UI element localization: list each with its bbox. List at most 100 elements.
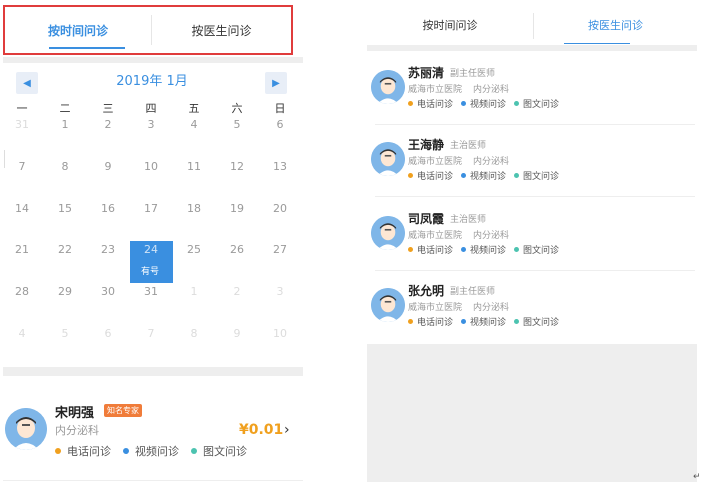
- calendar-day[interactable]: 7: [130, 327, 172, 340]
- calendar-day[interactable]: 25: [173, 243, 215, 256]
- doctor-title: 副主任医师: [450, 69, 496, 79]
- calendar-day[interactable]: 22: [44, 243, 86, 256]
- right-tab-bar: 按时间问诊 按医生问诊: [367, 5, 697, 45]
- calendar-day[interactable]: 1: [44, 118, 86, 131]
- calendar-day[interactable]: 9: [216, 327, 258, 340]
- service-text: 图文问诊: [523, 172, 560, 182]
- doctor-name: 王海静: [408, 138, 445, 152]
- service-text: 图文问诊: [203, 445, 247, 458]
- doctor-dept: 内分泌科: [55, 424, 99, 437]
- service-video: 视频问诊: [135, 445, 179, 458]
- calendar-day[interactable]: 10: [259, 327, 301, 340]
- calendar-day[interactable]: 21: [1, 243, 43, 256]
- calendar-day[interactable]: 17: [130, 202, 172, 215]
- calendar-day[interactable]: 3: [259, 285, 301, 298]
- chat-icon: [514, 101, 520, 106]
- calendar-day[interactable]: 1: [173, 285, 215, 298]
- calendar-day[interactable]: 24: [130, 243, 172, 256]
- chevron-left-icon: ◀: [23, 77, 31, 89]
- service-video: 视频问诊: [470, 318, 507, 328]
- calendar-day[interactable]: 8: [173, 327, 215, 340]
- tab-by-doctor[interactable]: 按医生问诊: [534, 5, 697, 45]
- video-icon: [461, 319, 467, 324]
- doctor-price: ¥0.01: [239, 422, 284, 438]
- calendar-day[interactable]: 4: [1, 327, 43, 340]
- weekday-label: 一: [16, 102, 28, 115]
- calendar-day[interactable]: 11: [173, 160, 215, 173]
- doctor-card[interactable]: 司凤霞 主治医师 威海市立医院 内分泌科 电话问诊 视频问诊 图文问诊: [367, 208, 697, 271]
- doctor-avatar: [371, 70, 405, 104]
- doctor-name: 苏丽清: [408, 66, 445, 80]
- service-text: 图文问诊: [523, 246, 560, 256]
- phone-icon: [55, 448, 61, 454]
- service-list: 电话问诊 视频问诊 图文问诊: [408, 315, 559, 328]
- doctor-card[interactable]: 王海静 主治医师 威海市立医院 内分泌科 电话问诊 视频问诊 图文问诊: [367, 134, 697, 197]
- tab-bar-highlighted: 按时间问诊 按医生问诊: [3, 5, 293, 55]
- calendar-day[interactable]: 4: [173, 118, 215, 131]
- prev-month-button[interactable]: ◀: [16, 72, 38, 94]
- cursor-line: [4, 150, 5, 168]
- calendar-day[interactable]: 15: [44, 202, 86, 215]
- service-text: 图文问诊: [523, 318, 560, 328]
- calendar-day[interactable]: 27: [259, 243, 301, 256]
- tab-by-time[interactable]: 按时间问诊: [367, 5, 533, 45]
- divider: [375, 124, 695, 125]
- service-video: 视频问诊: [470, 100, 507, 110]
- doctor-hospital: 威海市立医院: [408, 303, 463, 313]
- chat-icon: [514, 247, 520, 252]
- calendar-day[interactable]: 8: [44, 160, 86, 173]
- calendar-day[interactable]: 26: [216, 243, 258, 256]
- service-phone: 电话问诊: [417, 100, 454, 110]
- calendar-day[interactable]: 18: [173, 202, 215, 215]
- calendar-day[interactable]: 9: [87, 160, 129, 173]
- service-list: 电话问诊 视频问诊 图文问诊: [408, 97, 559, 110]
- calendar-day[interactable]: 19: [216, 202, 258, 215]
- next-month-button[interactable]: ▶: [265, 72, 287, 94]
- expert-badge: 知名专家: [104, 404, 142, 417]
- doctor-hospital: 威海市立医院: [408, 231, 463, 241]
- calendar-day[interactable]: 6: [87, 327, 129, 340]
- calendar-day[interactable]: 30: [87, 285, 129, 298]
- calendar-day[interactable]: 28: [1, 285, 43, 298]
- tab-label: 按时间问诊: [422, 19, 478, 32]
- calendar-day[interactable]: 5: [44, 327, 86, 340]
- calendar-day[interactable]: 5: [216, 118, 258, 131]
- calendar-day[interactable]: 23: [87, 243, 129, 256]
- doctor-dept: 内分泌科: [473, 157, 510, 167]
- weekday-label: 六: [231, 102, 243, 115]
- calendar-day[interactable]: 29: [44, 285, 86, 298]
- calendar-month-title: 2019年 1月: [116, 74, 188, 89]
- calendar-day[interactable]: 10: [130, 160, 172, 173]
- calendar-day[interactable]: 31: [130, 285, 172, 298]
- doctor-avatar: [371, 142, 405, 176]
- doctor-card[interactable]: 苏丽清 副主任医师 威海市立医院 内分泌科 电话问诊 视频问诊 图文问诊: [367, 62, 697, 125]
- calendar-day[interactable]: 13: [259, 160, 301, 173]
- calendar-day[interactable]: 16: [87, 202, 129, 215]
- phone-icon: [408, 101, 413, 106]
- video-icon: [461, 247, 467, 252]
- doctor-card[interactable]: 宋明强 知名专家 内分泌科 ¥0.01 › 电话问诊 视频问诊 图文问诊: [3, 400, 298, 464]
- calendar-day[interactable]: 12: [216, 160, 258, 173]
- calendar-day[interactable]: 2: [87, 118, 129, 131]
- calendar-day[interactable]: 14: [1, 202, 43, 215]
- divider: [375, 270, 695, 271]
- calendar-day[interactable]: 3: [130, 118, 172, 131]
- divider: [3, 480, 303, 481]
- calendar-day[interactable]: 6: [259, 118, 301, 131]
- tab-active-indicator: [564, 43, 630, 44]
- tab-by-doctor[interactable]: 按医生问诊: [152, 7, 291, 53]
- video-icon: [461, 101, 467, 106]
- tab-label: 按医生问诊: [191, 23, 252, 38]
- calendar-day[interactable]: 2: [216, 285, 258, 298]
- calendar-day[interactable]: 7: [1, 160, 43, 173]
- calendar-day[interactable]: 20: [259, 202, 301, 215]
- phone-icon: [408, 319, 413, 324]
- tab-active-indicator: [49, 47, 125, 49]
- doctor-name: 司凤霞: [408, 212, 445, 226]
- phone-icon: [408, 247, 413, 252]
- doctor-card[interactable]: 张允明 副主任医师 威海市立医院 内分泌科 电话问诊 视频问诊 图文问诊: [367, 280, 697, 345]
- tab-label: 按医生问诊: [588, 19, 643, 32]
- service-list: 电话问诊 视频问诊 图文问诊: [55, 443, 247, 459]
- weekday-label: 二: [59, 102, 71, 115]
- calendar-day[interactable]: 31: [1, 118, 43, 131]
